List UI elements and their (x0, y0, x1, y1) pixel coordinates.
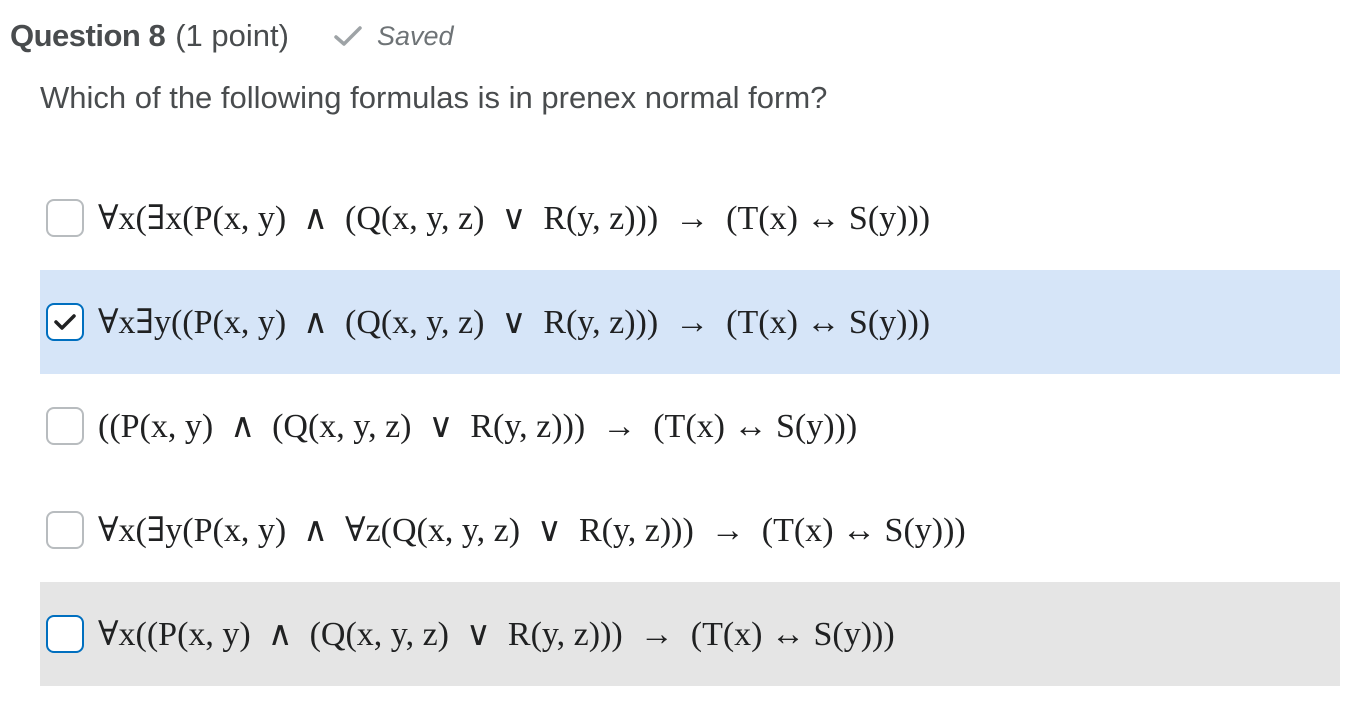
option-formula: ∀x∃y((P(x, y) ∧ (Q(x, y, z) ∨ R(y, z))) … (98, 304, 931, 341)
option-formula: ((P(x, y) ∧ (Q(x, y, z) ∨ R(y, z))) → (T… (98, 408, 858, 445)
question-header: Question 8 (1 point) Saved (10, 14, 454, 58)
answer-option-2[interactable]: ∀x∃y((P(x, y) ∧ (Q(x, y, z) ∨ R(y, z))) … (40, 270, 1340, 374)
option-checkbox[interactable] (46, 407, 84, 445)
option-checkbox[interactable] (46, 199, 84, 237)
saved-status: Saved (333, 21, 454, 52)
answer-option-5[interactable]: ∀x((P(x, y) ∧ (Q(x, y, z) ∨ R(y, z))) → … (40, 582, 1340, 686)
option-checkbox[interactable] (46, 615, 84, 653)
option-formula: ∀x(∃x(P(x, y) ∧ (Q(x, y, z) ∨ R(y, z))) … (98, 200, 931, 237)
checkmark-icon (334, 26, 362, 46)
option-formula: ∀x((P(x, y) ∧ (Q(x, y, z) ∨ R(y, z))) → … (98, 616, 895, 653)
answer-options: ∀x(∃x(P(x, y) ∧ (Q(x, y, z) ∨ R(y, z))) … (40, 166, 1340, 686)
option-formula: ∀x(∃y(P(x, y) ∧ ∀z(Q(x, y, z) ∨ R(y, z))… (98, 512, 966, 549)
answer-option-4[interactable]: ∀x(∃y(P(x, y) ∧ ∀z(Q(x, y, z) ∨ R(y, z))… (40, 478, 1340, 582)
question-prompt: Which of the following formulas is in pr… (40, 80, 828, 115)
checkmark-icon (54, 314, 76, 330)
answer-option-1[interactable]: ∀x(∃x(P(x, y) ∧ (Q(x, y, z) ∨ R(y, z))) … (40, 166, 1340, 270)
question-points: (1 point) (175, 18, 289, 53)
answer-option-3[interactable]: ((P(x, y) ∧ (Q(x, y, z) ∨ R(y, z))) → (T… (40, 374, 1340, 478)
option-checkbox[interactable] (46, 511, 84, 549)
question-title: Question 8 (10, 18, 166, 53)
option-checkbox[interactable] (46, 303, 84, 341)
saved-label: Saved (376, 20, 454, 51)
